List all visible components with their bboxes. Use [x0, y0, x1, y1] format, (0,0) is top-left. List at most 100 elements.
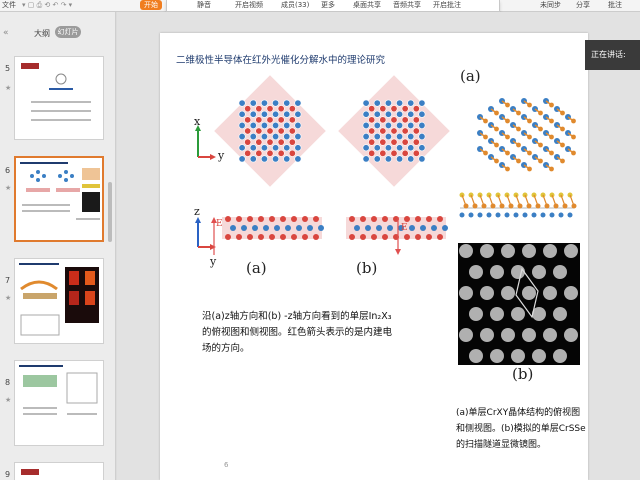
atom-red: [266, 116, 274, 124]
slide-thumbnail-7[interactable]: [14, 258, 104, 344]
atom-blue: [362, 110, 370, 118]
atom-red: [415, 234, 421, 240]
audio-share-button[interactable]: 音频共享: [393, 0, 421, 10]
axis-label-x: x: [194, 115, 201, 128]
atom-blue: [396, 110, 404, 118]
atom-blue: [238, 133, 246, 141]
atom-red: [244, 127, 252, 135]
slide-thumbnail-6[interactable]: [14, 156, 104, 242]
atom-orange: [526, 203, 532, 209]
atom-orange: [494, 142, 499, 148]
share-button[interactable]: 分享: [576, 0, 590, 10]
atom-blue: [373, 133, 381, 141]
atom-orange: [549, 102, 554, 108]
atom-blue: [252, 225, 258, 231]
atom-orange: [527, 166, 532, 172]
menu-icon-group[interactable]: ▾ ▢ ⎙ ⟲ ↶ ↷ ▾: [22, 0, 72, 10]
atom-orange: [499, 203, 505, 209]
atom-blue: [420, 225, 426, 231]
atom-blue: [384, 144, 392, 152]
tab-outline[interactable]: 大纲: [34, 28, 50, 39]
atom-red: [244, 116, 252, 124]
atom-blue: [384, 133, 392, 141]
animation-star-icon: ★: [5, 396, 12, 404]
atom-red: [291, 216, 297, 222]
atom-orange: [527, 118, 532, 124]
atom-red: [401, 116, 409, 124]
atom-red: [412, 149, 420, 157]
meeting-toolbar-popup: 静音 开启视频 成员(33) 更多 桌面共享 音频共享 开启批注: [166, 0, 500, 12]
sync-status[interactable]: 未同步: [540, 0, 561, 10]
atom-blue: [407, 99, 415, 107]
atom-blue: [260, 110, 268, 118]
atom-red: [401, 138, 409, 146]
atom-blue: [407, 144, 415, 152]
atom-orange: [527, 102, 532, 108]
members-button[interactable]: 成员(33): [281, 0, 309, 10]
atom-blue: [238, 155, 246, 163]
atom-orange: [560, 158, 565, 164]
atom-red: [291, 234, 297, 240]
stm-spot: [501, 244, 515, 258]
atom-red: [277, 127, 285, 135]
atom-blue: [272, 110, 280, 118]
panel-scrollbar[interactable]: [108, 182, 112, 242]
desktop-share-button[interactable]: 桌面共享: [353, 0, 381, 10]
figure-label-b-right: (b): [512, 365, 534, 383]
atom-blue: [549, 212, 555, 218]
atom-red: [390, 105, 398, 113]
atom-red: [437, 216, 443, 222]
tab-slides[interactable]: 幻灯片: [55, 26, 81, 38]
atom-orange: [516, 142, 521, 148]
comment-button[interactable]: 批注: [608, 0, 622, 10]
atom-red: [255, 138, 263, 146]
side-view-a: [222, 216, 324, 240]
atom-blue: [396, 144, 404, 152]
atom-blue: [362, 144, 370, 152]
slide-thumbnail-9[interactable]: [14, 462, 104, 480]
atom-red: [236, 234, 242, 240]
atom-orange: [517, 203, 523, 209]
page-number: 6: [224, 461, 229, 469]
atom-red: [302, 216, 308, 222]
atom-orange: [483, 150, 488, 156]
atom-blue: [294, 133, 302, 141]
menu-start-button[interactable]: 开始: [140, 0, 162, 10]
atom-blue: [407, 110, 415, 118]
atom-blue: [384, 110, 392, 118]
atom-blue: [504, 212, 510, 218]
slide-thumbnail-5[interactable]: [14, 56, 104, 140]
atom-blue: [294, 110, 302, 118]
atom-blue: [318, 225, 324, 231]
slide-number: 8: [5, 378, 11, 387]
atom-blue: [283, 144, 291, 152]
atom-red: [437, 234, 443, 240]
atom-orange: [560, 110, 565, 116]
atom-orange: [490, 203, 496, 209]
lattice-top-view-b: [338, 75, 450, 187]
mute-button[interactable]: 静音: [197, 0, 211, 10]
atom-red: [379, 138, 387, 146]
atom-red: [280, 216, 286, 222]
more-button[interactable]: 更多: [321, 0, 335, 10]
slide-thumbnail-8[interactable]: [14, 360, 104, 446]
atom-blue: [241, 225, 247, 231]
atom-orange: [483, 118, 488, 124]
stm-image: [458, 243, 580, 365]
atom-orange: [549, 134, 554, 140]
atom-orange: [538, 110, 543, 116]
collapse-panel-icon[interactable]: «: [3, 28, 9, 38]
atom-red: [255, 105, 263, 113]
stm-spot: [469, 265, 483, 279]
atom-orange: [549, 118, 554, 124]
atom-blue: [238, 121, 246, 129]
stm-spot: [469, 307, 483, 321]
annotation-button[interactable]: 开启批注: [433, 0, 461, 10]
stm-spot: [522, 328, 536, 342]
atom-blue: [283, 133, 291, 141]
side-view-b: [346, 216, 448, 240]
top-toolbar: 文件 ▾ ▢ ⎙ ⟲ ↶ ↷ ▾ 开始 静音 开启视频 成员(33) 更多 桌面…: [0, 0, 640, 12]
menu-file[interactable]: 文件: [2, 0, 16, 10]
atom-red: [277, 138, 285, 146]
video-button[interactable]: 开启视频: [235, 0, 263, 10]
